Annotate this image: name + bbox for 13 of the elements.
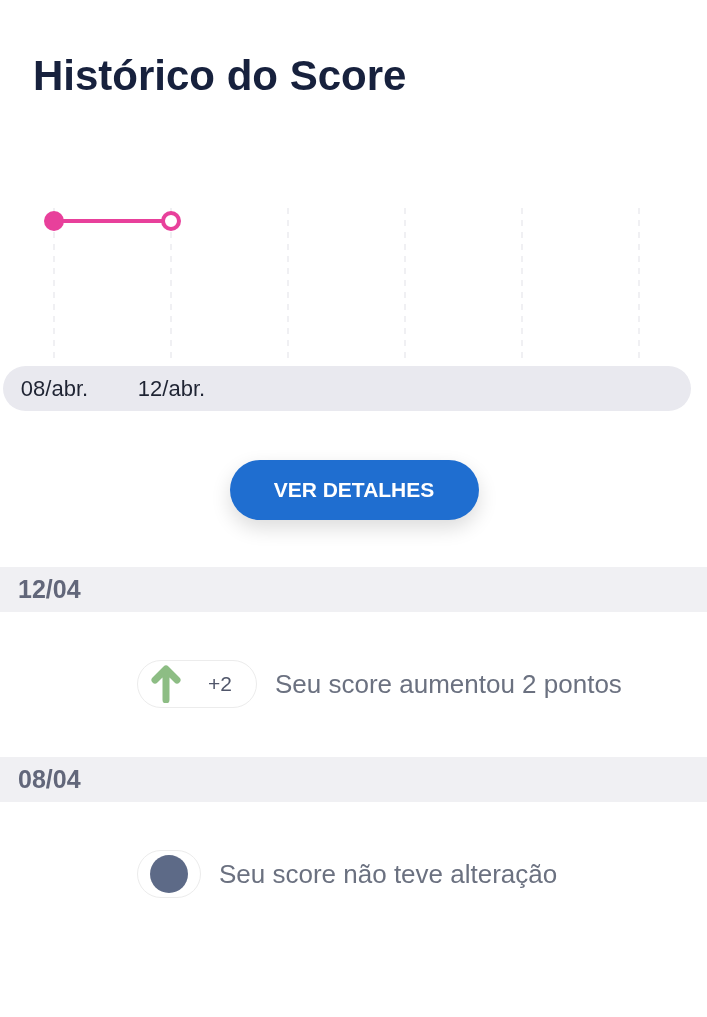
page-title: Histórico do Score [33,52,407,100]
change-value: +2 [208,672,232,696]
status-dot-icon [150,855,188,893]
chart-point[interactable] [161,211,181,231]
up-arrow-icon [151,665,181,703]
date-label: 12/04 [18,575,81,604]
axis-label: 08/abr. [19,375,90,402]
history-message: Seu score aumentou 2 pontos [274,668,622,700]
axis-label: 12/abr. [136,375,207,402]
details-button[interactable]: VER DETALHES [229,460,479,520]
history-message: Seu score não teve alteração [219,858,558,890]
chart-point[interactable] [44,211,64,231]
date-label: 08/04 [18,765,81,794]
